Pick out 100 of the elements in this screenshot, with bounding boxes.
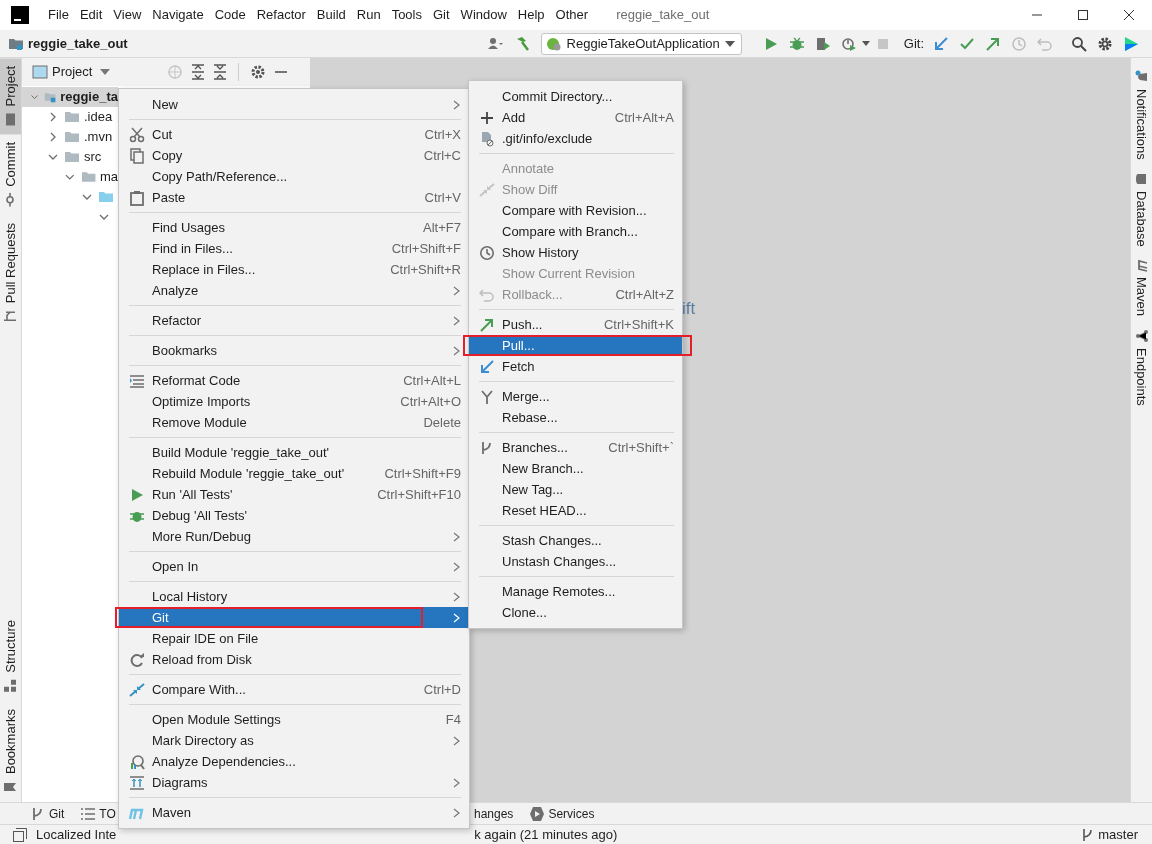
menu-item[interactable]: Refactor (251, 3, 311, 27)
tree-item-label[interactable]: .mvn (84, 127, 113, 147)
collapse-all-icon[interactable] (213, 64, 228, 80)
menu-item[interactable]: Window (455, 3, 512, 27)
menu-item[interactable]: Refactor (119, 310, 469, 331)
menu-item[interactable]: View (108, 3, 147, 27)
menu-item[interactable]: Analyze Dependencies... (119, 751, 469, 772)
menu-item[interactable]: Repair IDE on File (119, 628, 469, 649)
settings-icon[interactable] (250, 64, 267, 80)
menu-item[interactable]: Fetch (469, 356, 682, 377)
menu-item[interactable]: New Branch... (469, 458, 682, 479)
menu-item[interactable]: Add Ctrl+Alt+A (469, 107, 682, 128)
menu-item[interactable]: Open Module Settings F4 (119, 709, 469, 730)
menu-item[interactable]: .git/info/exclude (469, 128, 682, 149)
branch-widget[interactable]: master (1080, 824, 1138, 844)
menu-item[interactable]: Replace in Files... Ctrl+Shift+R (119, 259, 469, 280)
menu-item[interactable]: New Tag... (469, 479, 682, 500)
menu-item[interactable]: Find Usages Alt+F7 (119, 217, 469, 238)
panel-toggle-icon[interactable] (12, 826, 28, 843)
toolbox-logo-icon[interactable] (1123, 35, 1139, 52)
diff-arrows-icon (479, 181, 495, 198)
menu-item[interactable]: Rebuild Module 'reggie_take_out' Ctrl+Shift+F9 (119, 463, 469, 484)
menu-item[interactable]: Other (550, 3, 594, 27)
menu-item[interactable]: Debug 'All Tests' (119, 505, 469, 526)
caret-icon[interactable] (100, 68, 111, 76)
menu-item[interactable]: Copy Path/Reference... (119, 166, 469, 187)
menu-item[interactable]: Analyze (119, 280, 469, 301)
menu-item[interactable]: Run 'All Tests' Ctrl+Shift+F10 (119, 484, 469, 505)
menu-item[interactable]: Cut Ctrl+X (119, 124, 469, 145)
endpoints-icon (1134, 328, 1149, 343)
run-configuration-dropdown[interactable]: ReggieTakeOutApplication (540, 32, 742, 55)
menu-item[interactable]: Clone... (469, 602, 682, 623)
menu-item[interactable]: Unstash Changes... (469, 551, 682, 572)
menu-item[interactable]: Reset HEAD... (469, 500, 682, 521)
menu-item[interactable]: Branches... Ctrl+Shift+` (469, 437, 682, 458)
menu-item[interactable]: Reload from Disk (119, 649, 469, 670)
menu-item[interactable]: Optimize Imports Ctrl+Alt+O (119, 391, 469, 412)
menu-item[interactable]: Find in Files... Ctrl+Shift+F (119, 238, 469, 259)
menu-item[interactable]: Open In (119, 556, 469, 577)
panel-title-dropdown[interactable]: Project (52, 62, 93, 82)
menu-item[interactable]: Paste Ctrl+V (119, 187, 469, 208)
tool-tab[interactable]: TO (80, 804, 116, 823)
tool-tab[interactable]: hanges (474, 804, 514, 823)
menu-item[interactable]: New (119, 94, 469, 115)
menu-item[interactable]: File (43, 3, 74, 27)
tool-tab[interactable]: Git (30, 804, 65, 823)
tool-window-tab[interactable]: Pull Requests (0, 215, 21, 332)
bug-icon[interactable] (788, 35, 805, 52)
menu-item[interactable]: Run (351, 3, 386, 27)
menu-item[interactable]: Rebase... (469, 407, 682, 428)
project-name[interactable]: reggie_take_out (28, 33, 128, 54)
coverage-icon[interactable] (814, 35, 831, 52)
profiler-icon[interactable] (840, 35, 857, 52)
menu-item[interactable]: Build (311, 3, 351, 27)
menu-item[interactable]: Git (428, 3, 455, 27)
user-icon[interactable] (487, 35, 505, 52)
tool-window-tab[interactable]: Commit (0, 134, 21, 216)
tree-item-label[interactable]: ma (99, 167, 118, 187)
menu-item[interactable]: Reformat Code Ctrl+Alt+L (119, 370, 469, 391)
menu-item[interactable]: Navigate (147, 3, 209, 27)
menu-item[interactable]: Compare with Revision... (469, 200, 682, 221)
ignored-file-icon (479, 130, 495, 147)
menu-item[interactable]: Push... Ctrl+Shift+K (469, 314, 682, 335)
menu-item[interactable]: Remove Module Delete (119, 412, 469, 433)
caret-icon[interactable] (861, 40, 870, 47)
menu-item[interactable]: Merge... (469, 386, 682, 407)
menu-item[interactable]: Diagrams (119, 772, 469, 793)
menu-item[interactable]: Tools (386, 3, 427, 27)
menu-item[interactable]: Mark Directory as (119, 730, 469, 751)
tool-window-tab[interactable]: Bookmarks (0, 700, 21, 802)
menu-item[interactable]: Show History (469, 242, 682, 263)
menu-item[interactable]: Stash Changes... (469, 530, 682, 551)
tree-item-label[interactable]: src (84, 147, 102, 167)
menu-item[interactable]: Build Module 'reggie_take_out' (119, 442, 469, 463)
update-arrow-icon[interactable] (933, 35, 949, 52)
menu-item[interactable]: Copy Ctrl+C (119, 145, 469, 166)
tool-window-tab[interactable]: Maven (1131, 252, 1152, 323)
menu-item[interactable]: Manage Remotes... (469, 581, 682, 602)
settings-icon[interactable] (1097, 35, 1113, 52)
menu-item[interactable]: Local History (119, 586, 469, 607)
tool-window-tab[interactable]: Database (1131, 165, 1152, 253)
app-logo (11, 6, 29, 24)
menu-item[interactable]: Edit (74, 3, 108, 27)
tool-window-tab[interactable]: Notifications (1131, 64, 1152, 166)
menu-item[interactable]: Compare with Branch... (469, 221, 682, 242)
status-message: Localized Inte (36, 825, 117, 844)
menu-item[interactable]: Compare With... Ctrl+D (119, 679, 469, 700)
menu-item[interactable]: Help (512, 3, 550, 27)
tool-window-tab[interactable]: Structure (0, 612, 21, 701)
expand-all-icon[interactable] (191, 64, 206, 80)
menu-item[interactable]: Commit Directory... (469, 86, 682, 107)
menu-item[interactable]: More Run/Debug (119, 526, 469, 547)
search-icon[interactable] (1071, 35, 1087, 52)
menu-item[interactable]: Code (209, 3, 251, 27)
tool-tab[interactable]: Services (529, 804, 595, 823)
tool-window-tab[interactable]: Endpoints (1131, 322, 1152, 412)
push-arrow-icon[interactable] (985, 35, 1001, 52)
menu-item[interactable]: Maven (119, 802, 469, 823)
tree-item-label[interactable]: .idea (84, 107, 113, 127)
tool-window-tab[interactable]: Project (0, 58, 21, 135)
